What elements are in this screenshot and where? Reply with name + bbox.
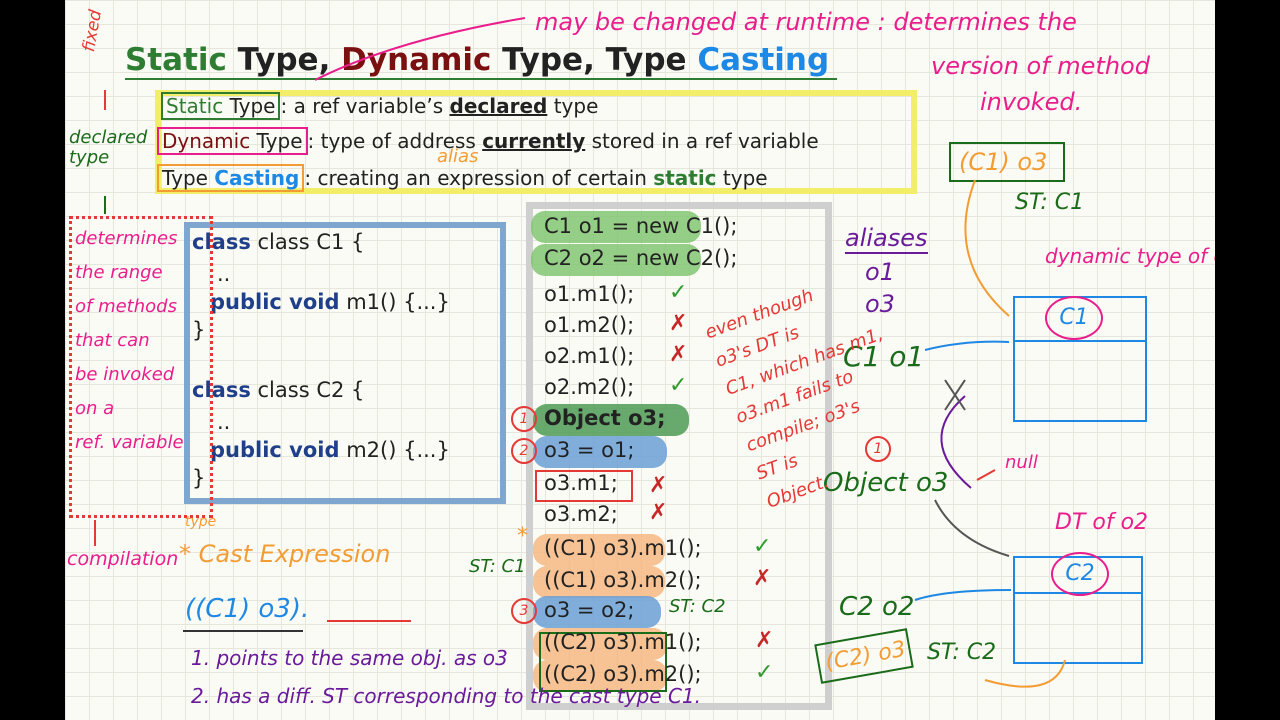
arrow bbox=[914, 589, 1012, 601]
arrow bbox=[924, 340, 1010, 351]
notes-page: Static Type, Dynamic Type, Type Casting … bbox=[65, 0, 1215, 720]
arrow bbox=[314, 17, 526, 81]
arrow bbox=[934, 499, 1010, 557]
arrow bbox=[984, 659, 1066, 688]
arrow bbox=[976, 469, 996, 481]
arrows-overlay bbox=[94, 17, 1066, 688]
arrow bbox=[964, 179, 1010, 317]
